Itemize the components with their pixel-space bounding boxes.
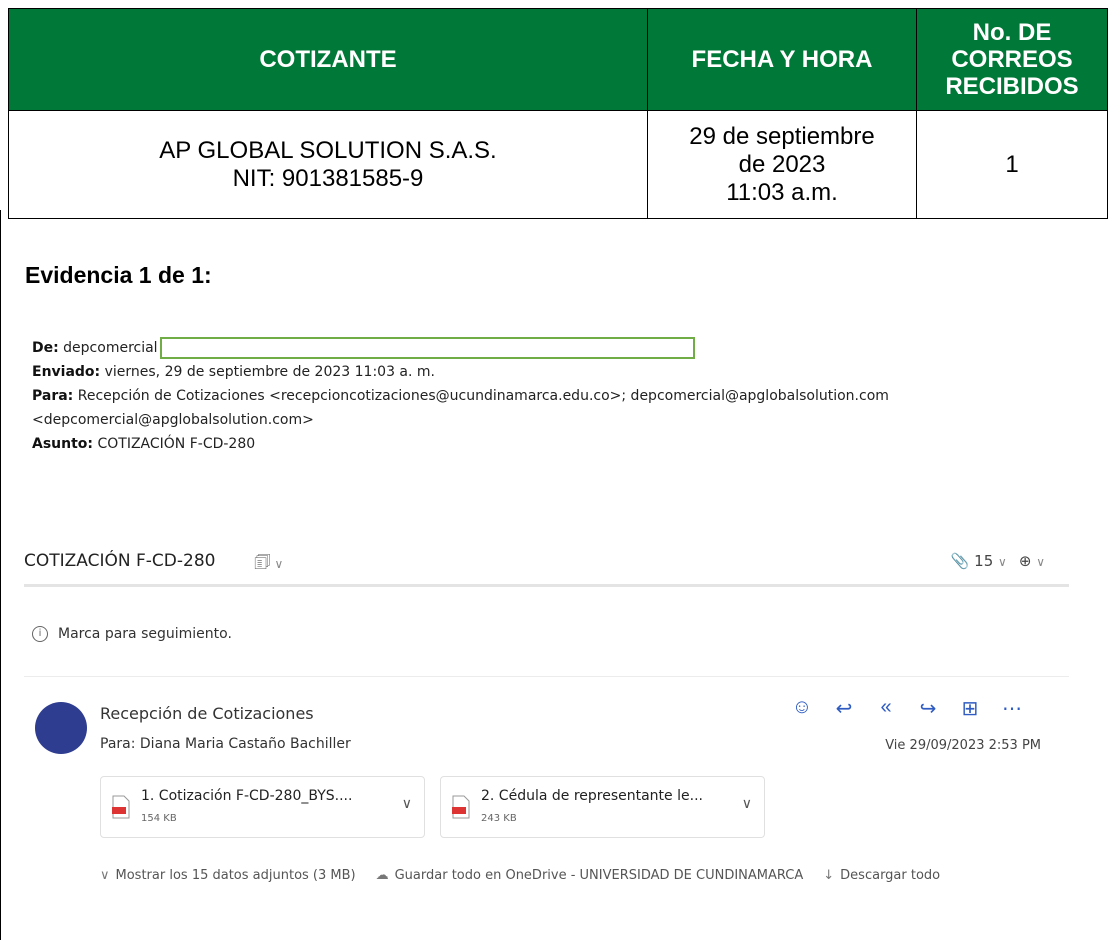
pdf-icon <box>452 795 470 819</box>
header-fecha-hora: FECHA Y HORA <box>647 8 917 111</box>
sent-value: viernes, 29 de septiembre de 2023 11:03 … <box>104 364 436 380</box>
cotizante-nit: NIT: 901381585-9 <box>232 164 424 192</box>
cloud-icon: ☁ <box>375 868 389 883</box>
email-header: De: depcomercial Enviado: viernes, 29 de… <box>32 336 1092 456</box>
from-label: De: <box>32 340 59 356</box>
hora-line: 11:03 a.m. <box>726 178 838 206</box>
attachment-card[interactable]: 1. Cotización F-CD-280_BYS.... 154 KB ∨ <box>100 776 425 838</box>
attachment-name: 1. Cotización F-CD-280_BYS.... <box>141 788 353 804</box>
reply-all-icon[interactable]: « <box>874 696 898 721</box>
mail-tag-icon[interactable]: 🗊 ∨ <box>254 550 283 580</box>
cotizante-name: AP GLOBAL SOLUTION S.A.S. <box>159 136 497 164</box>
follow-up-banner: i Marca para seguimiento. <box>32 626 232 642</box>
attachment-name: 2. Cédula de representante le... <box>481 788 703 804</box>
evidence-title: Evidencia 1 de 1: <box>25 262 212 288</box>
download-icon: ↓ <box>823 868 835 883</box>
fecha-hora-cell: 29 de septiembre de 2023 11:03 a.m. <box>647 110 917 219</box>
subject-line: Asunto: COTIZACIÓN F-CD-280 <box>32 432 1092 456</box>
zoom-control[interactable]: ⊕ ∨ <box>1019 552 1045 570</box>
chevron-down-icon[interactable]: ∨ <box>742 796 752 812</box>
chevron-down-icon: ∨ <box>998 555 1007 569</box>
info-icon: i <box>32 626 48 642</box>
apps-icon[interactable]: ⊞ <box>958 696 982 721</box>
paperclip-icon: 📎 <box>950 552 970 570</box>
redaction-box <box>159 337 695 359</box>
from-value: depcomercial <box>63 340 158 356</box>
divider <box>24 676 1069 677</box>
subject-label: Asunto: <box>32 436 94 452</box>
to-label: Para: <box>32 388 74 404</box>
fecha-line-1: 29 de septiembre <box>689 122 875 150</box>
subject-value: COTIZACIÓN F-CD-280 <box>97 436 256 452</box>
sent-label: Enviado: <box>32 364 101 380</box>
avatar[interactable] <box>35 702 87 754</box>
more-icon[interactable]: ⋯ <box>1000 696 1024 721</box>
show-all-attachments-link[interactable]: ∨ Mostrar los 15 datos adjuntos (3 MB) <box>100 868 356 883</box>
fecha-line-2: de 2023 <box>738 150 826 178</box>
attachment-actions: ∨ Mostrar los 15 datos adjuntos (3 MB) ☁ G… <box>100 868 940 883</box>
follow-up-text: Marca para seguimiento. <box>58 626 232 642</box>
pdf-icon <box>112 795 130 819</box>
chevron-down-icon[interactable]: ∨ <box>402 796 412 812</box>
header-cotizante: COTIZANTE <box>8 8 648 111</box>
to-value: Recepción de Cotizaciones <recepcioncoti… <box>77 388 889 404</box>
from-line: De: depcomercial <box>32 336 1092 360</box>
smiley-icon[interactable]: ☺ <box>790 696 814 721</box>
double-chevron-down-icon: ∨ <box>100 868 110 883</box>
summary-table: COTIZANTE FECHA Y HORA No. DE CORREOS RE… <box>8 8 1108 219</box>
sender-name[interactable]: Recepción de Cotizaciones <box>100 704 314 723</box>
header-correos: No. DE CORREOS RECIBIDOS <box>916 8 1108 111</box>
cotizante-cell: AP GLOBAL SOLUTION S.A.S. NIT: 901381585… <box>8 110 648 219</box>
chevron-down-icon: ∨ <box>270 557 284 571</box>
message-date: Vie 29/09/2023 2:53 PM <box>885 738 1041 753</box>
viewer-subject: COTIZACIÓN F-CD-280 <box>24 551 216 571</box>
attachment-count-control[interactable]: 📎 15 ∨ <box>951 552 1007 570</box>
sent-line: Enviado: viernes, 29 de septiembre de 20… <box>32 360 1092 384</box>
viewer-subject-bar: COTIZACIÓN F-CD-280 🗊 ∨ 📎 15 ∨ ⊕ ∨ <box>24 540 1069 587</box>
correos-cell: 1 <box>916 110 1108 219</box>
attachment-count: 15 <box>974 552 994 570</box>
reply-icon[interactable]: ↩ <box>832 696 856 721</box>
recipient-line: Para: Diana Maria Castaño Bachiller <box>100 736 351 752</box>
table-row: AP GLOBAL SOLUTION S.A.S. NIT: 901381585… <box>8 110 1108 219</box>
attachment-controls: 📎 15 ∨ ⊕ ∨ <box>951 552 1045 570</box>
to-line: Para: Recepción de Cotizaciones <recepci… <box>32 384 1092 408</box>
download-all-link[interactable]: ↓ Descargar todo <box>823 868 940 883</box>
table-header-row: COTIZANTE FECHA Y HORA No. DE CORREOS RE… <box>8 8 1108 111</box>
to-line-cont: <depcomercial@apglobalsolution.com> <box>32 412 314 428</box>
attachment-card[interactable]: 2. Cédula de representante le... 243 KB … <box>440 776 765 838</box>
forward-icon[interactable]: ↪ <box>916 696 940 721</box>
chevron-down-icon: ∨ <box>1036 555 1045 569</box>
save-onedrive-link[interactable]: ☁ Guardar todo en OneDrive - UNIVERSIDAD … <box>376 868 804 883</box>
zoom-icon: ⊕ <box>1018 552 1032 570</box>
message-actions: ☺ ↩ « ↪ ⊞ ⋯ <box>790 696 1024 721</box>
attachment-size: 243 KB <box>481 813 517 824</box>
attachment-size: 154 KB <box>141 813 177 824</box>
